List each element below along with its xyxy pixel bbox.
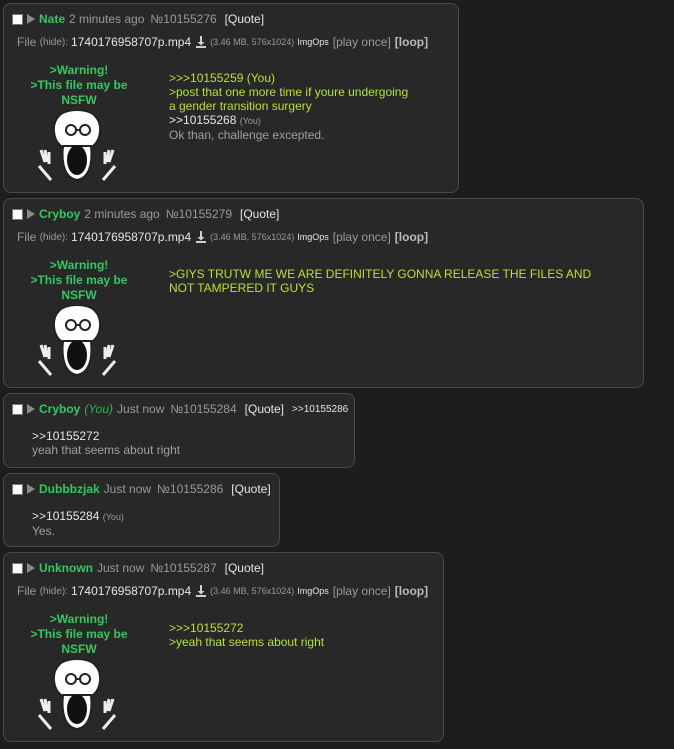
post-header: Unknown Just now №10155287 [Quote] [12,561,264,575]
post-menu-arrow-icon[interactable] [27,563,35,573]
post-time: Just now [117,402,165,416]
quote-link[interactable]: [Quote] [225,12,264,26]
post-10155287: Unknown Just now №10155287 [Quote] File … [3,552,444,742]
post-number[interactable]: №10155279 [166,207,232,221]
post-message: >>>10155259 (You) >post that one more ti… [169,71,408,142]
file-info: File (hide): 1740176958707p.mp4 (3.46 MB… [17,230,428,244]
play-once-link[interactable]: [play once] [333,584,391,598]
reply-link[interactable]: >>10155268 [169,113,236,127]
post-header: Dubbbzjak Just now №10155286 [Quote] [12,482,271,496]
reply-link[interactable]: >>10155272 [32,429,180,443]
post-10155276: Nate 2 minutes ago №10155276 [Quote] Fil… [3,3,459,193]
file-name[interactable]: 1740176958707p.mp4 [71,584,191,598]
download-icon[interactable] [196,36,207,48]
you-tag: (You) [84,402,114,416]
post-menu-arrow-icon[interactable] [27,404,35,414]
file-name[interactable]: 1740176958707p.mp4 [71,35,191,49]
post-time: 2 minutes ago [84,207,160,221]
loop-link[interactable]: [loop] [395,35,428,49]
you-marker: (You) [239,116,261,126]
select-checkbox[interactable] [12,403,23,415]
post-message: >>>10155272 >yeah that seems about right [169,621,324,649]
imgops-link[interactable]: ImgOps [297,586,329,596]
post-menu-arrow-icon[interactable] [27,484,35,494]
post-time: Just now [103,482,152,496]
post-time: 2 minutes ago [69,12,145,26]
post-message: >>10155272 yeah that seems about right [32,429,180,457]
hide-link[interactable]: (hide): [40,586,68,597]
poster-name: Cryboy [39,207,81,221]
quote-link[interactable]: [Quote] [245,402,284,416]
video-thumbnail-soyjak-icon[interactable] [37,305,117,377]
hide-link[interactable]: (hide): [40,37,68,48]
post-number[interactable]: №10155287 [150,561,216,575]
loop-link[interactable]: [loop] [395,584,428,598]
post-time: Just now [97,561,145,575]
download-icon[interactable] [196,585,207,597]
post-header: Cryboy 2 minutes ago №10155279 [Quote] [12,207,279,221]
quote-line[interactable]: >>>10155259 (You) [169,71,408,85]
file-info: File (hide): 1740176958707p.mp4 (3.46 MB… [17,584,428,598]
hide-link[interactable]: (hide): [40,232,68,243]
select-checkbox[interactable] [12,208,23,220]
post-menu-arrow-icon[interactable] [27,209,35,219]
video-thumbnail-soyjak-icon[interactable] [37,110,117,182]
message-line: Ok than, challenge excepted. [169,128,325,142]
post-header: Cryboy (You) Just now №10155284 [Quote] … [12,402,348,416]
message-line: Yes. [32,524,55,538]
imgops-link[interactable]: ImgOps [297,37,329,47]
greentext-line: >yeah that seems about right [169,635,325,649]
play-once-link[interactable]: [play once] [333,35,391,49]
file-size: (3.46 MB, 576x1024) [210,37,295,47]
play-once-link[interactable]: [play once] [333,230,391,244]
post-message: >GIYS TRUTW ME WE ARE DEFINITELY GONNA R… [169,267,591,295]
quote-link[interactable]: [Quote] [225,561,264,575]
file-size: (3.46 MB, 576x1024) [210,586,295,596]
post-number[interactable]: №10155276 [150,12,216,26]
file-info: File (hide): 1740176958707p.mp4 (3.46 MB… [17,35,428,49]
poster-name: Cryboy [39,402,81,416]
post-header: Nate 2 minutes ago №10155276 [Quote] [12,12,264,26]
loop-link[interactable]: [loop] [395,230,428,244]
download-icon[interactable] [196,231,207,243]
file-name[interactable]: 1740176958707p.mp4 [71,230,191,244]
nsfw-warning: >Warning! >This file may be NSFW [30,258,128,302]
quote-link[interactable]: [Quote] [240,207,279,221]
you-marker: (You) [102,512,124,522]
file-label: File [17,230,37,244]
quote-link[interactable]: [Quote] [231,482,270,496]
post-10155284: Cryboy (You) Just now №10155284 [Quote] … [3,393,355,468]
file-label: File [17,35,37,49]
imgops-link[interactable]: ImgOps [297,232,329,242]
video-thumbnail-soyjak-icon[interactable] [37,659,117,731]
nsfw-warning: >Warning! >This file may be NSFW [30,63,128,107]
poster-name: Unknown [39,561,93,575]
reply-link-line: >>10155284 (You) [32,509,124,524]
greentext-line: >post that one more time if youre underg… [169,85,409,99]
post-message: >>10155284 (You) Yes. [32,509,124,538]
file-size: (3.46 MB, 576x1024) [210,232,295,242]
select-checkbox[interactable] [12,483,23,495]
post-10155286: Dubbbzjak Just now №10155286 [Quote] >>1… [3,473,280,547]
greentext-line: >GIYS TRUTW ME WE ARE DEFINITELY GONNA R… [169,267,592,281]
quote-line[interactable]: >>>10155272 [169,621,324,635]
post-10155279: Cryboy 2 minutes ago №10155279 [Quote] F… [3,198,644,388]
select-checkbox[interactable] [12,562,23,574]
select-checkbox[interactable] [12,13,23,25]
reply-link-line: >>10155268 (You) [169,113,408,128]
file-label: File [17,584,37,598]
poster-name: Dubbbzjak [39,482,100,496]
greentext-line: a gender transition surgery [169,99,312,113]
post-number[interactable]: №10155286 [157,482,223,496]
poster-name: Nate [39,12,66,26]
greentext-line: NOT TAMPERED IT GUYS [169,281,315,295]
message-line: yeah that seems about right [32,443,181,457]
post-menu-arrow-icon[interactable] [27,14,35,24]
reply-link[interactable]: >>10155284 [32,509,99,523]
backlink[interactable]: >>10155286 [292,404,348,415]
nsfw-warning: >Warning! >This file may be NSFW [30,612,128,656]
post-number[interactable]: №10155284 [170,402,236,416]
